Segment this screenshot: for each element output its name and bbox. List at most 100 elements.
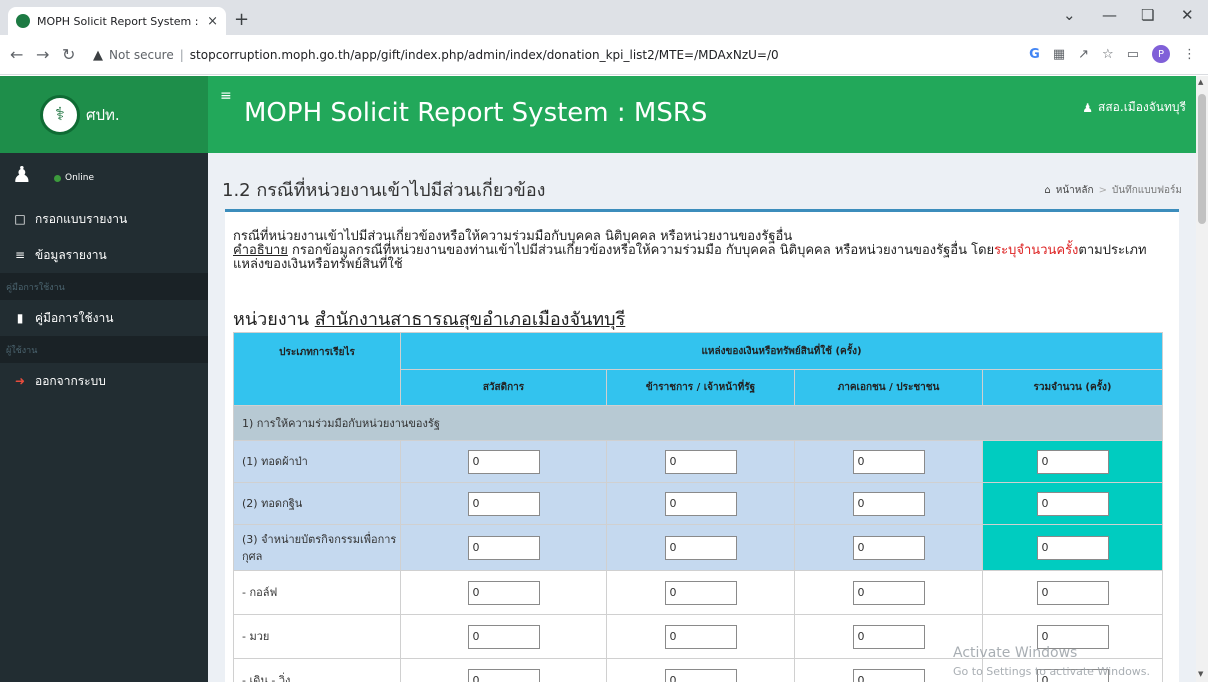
moph-logo-icon: ⚕ <box>40 94 80 135</box>
sidebar-header-manual: คู่มือการใช้งาน <box>0 273 208 300</box>
back-icon[interactable]: ← <box>10 45 23 64</box>
logout-icon: ➜ <box>14 374 26 388</box>
activate-windows-subtext: Go to Settings to activate Windows. <box>953 665 1151 678</box>
logo-area[interactable]: ⚕ ศปท. <box>0 76 208 153</box>
table-cell <box>606 614 795 659</box>
omnibox-separator: | <box>179 48 184 62</box>
tab-close-icon[interactable]: × <box>207 14 218 29</box>
official-input[interactable] <box>664 624 737 649</box>
table-cell <box>606 482 795 525</box>
tab-title: MOPH Solicit Report System : MS <box>37 14 202 28</box>
row-label: - มวย <box>233 614 401 659</box>
official-input[interactable] <box>664 668 737 682</box>
book-icon: ▮ <box>16 311 24 325</box>
forward-icon[interactable]: → <box>36 45 49 64</box>
welfare-input[interactable] <box>467 580 540 605</box>
share-icon[interactable]: ↗ <box>1078 47 1089 62</box>
private-input[interactable] <box>852 668 925 682</box>
welfare-input[interactable] <box>467 668 540 682</box>
table-cell <box>400 614 607 659</box>
sidebar-item-report-form[interactable]: □ กรอกแบบรายงาน <box>0 201 208 237</box>
official-input[interactable] <box>664 535 737 560</box>
google-icon[interactable]: G <box>1029 47 1040 62</box>
page-scrollbar[interactable]: ▲ ▼ <box>1196 76 1208 682</box>
private-input[interactable] <box>852 535 925 560</box>
activate-windows-watermark: Activate Windows <box>953 645 1078 661</box>
user-avatar-icon: ♟ <box>12 163 32 188</box>
total-input[interactable] <box>1036 535 1109 560</box>
minimize-icon[interactable]: — <box>1102 6 1117 24</box>
new-tab-button[interactable]: + <box>234 9 249 30</box>
row-label: (2) ทอดกฐิน <box>233 482 401 525</box>
extension-icons: G ▦ ↗ ☆ ▭ P ⋮ <box>1029 45 1196 63</box>
table-row: (2) ทอดกฐิน <box>233 482 1163 525</box>
unit-label: หน่วยงาน <box>233 309 315 330</box>
online-status: Online <box>54 173 94 183</box>
sidebar-header-user: ผู้ใช้งาน <box>0 336 208 363</box>
url-text: stopcorruption.moph.go.th/app/gift/index… <box>189 48 779 62</box>
private-input[interactable] <box>852 580 925 605</box>
table-cell <box>794 524 983 571</box>
restore-icon[interactable]: ❏ <box>1141 6 1154 24</box>
official-input[interactable] <box>664 580 737 605</box>
reload-icon[interactable]: ↻ <box>62 45 75 64</box>
table-cell <box>982 570 1163 615</box>
sidebar-item-report-data[interactable]: ≡ ข้อมูลรายงาน <box>0 237 208 273</box>
table-cell <box>400 570 607 615</box>
welfare-input[interactable] <box>467 535 540 560</box>
private-input[interactable] <box>852 449 925 474</box>
total-input[interactable] <box>1036 491 1109 516</box>
bookmark-star-icon[interactable]: ☆ <box>1102 47 1114 62</box>
breadcrumb-home[interactable]: หน้าหลัก <box>1056 183 1094 198</box>
row-label: - กอล์ฟ <box>233 570 401 615</box>
table-cell <box>794 440 983 483</box>
sidepanel-icon[interactable]: ▭ <box>1127 47 1139 62</box>
scroll-thumb[interactable] <box>1198 94 1206 224</box>
omnibox[interactable]: ▲ Not secure | stopcorruption.moph.go.th… <box>93 41 993 69</box>
table-cell <box>794 482 983 525</box>
table-row: (1) ทอดผ้าป่า <box>233 440 1163 483</box>
scroll-down-icon[interactable]: ▼ <box>1198 670 1203 678</box>
row-label: - เดิน - วิ่ง <box>233 658 401 682</box>
breadcrumb-current: บันทึกแบบฟอร์ม <box>1111 185 1182 196</box>
official-input[interactable] <box>664 449 737 474</box>
row-label: (3) จำหน่ายบัตรกิจกรรมเพื่อการกุศล <box>233 524 401 571</box>
total-input[interactable] <box>1036 449 1109 474</box>
sidebar-item-manual[interactable]: ▮ คู่มือการใช้งาน <box>0 300 208 336</box>
welfare-input[interactable] <box>467 491 540 516</box>
sidebar-item-label: ข้อมูลรายงาน <box>35 247 107 262</box>
table-cell <box>400 440 607 483</box>
welfare-input[interactable] <box>467 449 540 474</box>
app-header: ⚕ ศปท. ≡ MOPH Solicit Report System : MS… <box>0 76 1196 153</box>
section-1-header: 1) การให้ความร่วมมือกับหน่วยงานของรัฐ <box>233 405 1163 441</box>
translate-icon[interactable]: ▦ <box>1053 47 1065 62</box>
hamburger-icon[interactable]: ≡ <box>220 88 232 104</box>
table-cell <box>400 482 607 525</box>
browser-tab[interactable]: MOPH Solicit Report System : MS × <box>8 7 226 35</box>
table-cell <box>982 440 1163 483</box>
home-icon: ⌂ <box>1044 185 1051 196</box>
table-cell <box>982 482 1163 525</box>
table-cell <box>982 524 1163 571</box>
sidebar-item-logout[interactable]: ➜ ออกจากระบบ <box>0 363 208 399</box>
intro-red: ระบุจำนวนครั้ง <box>994 243 1079 258</box>
private-input[interactable] <box>852 624 925 649</box>
col-total-header: รวมจำนวน (ครั้ง) <box>982 369 1163 406</box>
sidebar-item-label: คู่มือการใช้งาน <box>35 310 114 325</box>
table-row: - กอล์ฟ <box>233 570 1163 615</box>
intro-line1: กรณีที่หน่วยงานเข้าไปมีส่วนเกี่ยวข้องหรื… <box>233 229 793 244</box>
menu-dots-icon[interactable]: ⋮ <box>1183 47 1196 62</box>
profile-avatar[interactable]: P <box>1152 45 1170 63</box>
welfare-input[interactable] <box>467 624 540 649</box>
official-input[interactable] <box>664 491 737 516</box>
user-panel: ♟ Online <box>0 153 208 201</box>
scroll-up-icon[interactable]: ▲ <box>1198 78 1203 86</box>
col-private-header: ภาคเอกชน / ประชาชน <box>794 369 983 406</box>
window-close-icon[interactable]: ✕ <box>1181 6 1194 24</box>
private-input[interactable] <box>852 491 925 516</box>
table-cell <box>606 524 795 571</box>
total-input[interactable] <box>1036 580 1109 605</box>
tab-search-icon[interactable]: ⌄ <box>1063 6 1076 24</box>
user-menu[interactable]: ♟ สสอ.เมืองจันทบุรี <box>1082 98 1186 117</box>
sidebar-item-label: ออกจากระบบ <box>35 373 106 388</box>
